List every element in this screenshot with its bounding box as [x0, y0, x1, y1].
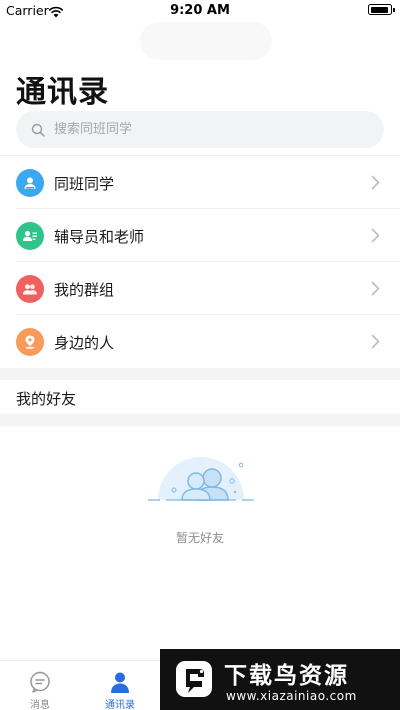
list-item-groups[interactable]: 我的群组: [0, 262, 400, 315]
chevron-right-icon: [371, 281, 380, 300]
list-item-label: 辅导员和老师: [54, 228, 145, 246]
list-item-label: 我的群组: [54, 281, 115, 299]
watermark-text: 下载鸟资源: [224, 663, 349, 689]
chevron-right-icon: [371, 228, 380, 247]
status-bar: Carrier 9:20 AM: [0, 0, 400, 20]
chevron-right-icon: [371, 175, 380, 194]
status-time: 9:20 AM: [170, 3, 230, 18]
battery-icon: [368, 4, 395, 15]
list-item-label: 身边的人: [54, 334, 115, 352]
contacts-icon: [111, 672, 129, 693]
search-bar[interactable]: [16, 111, 384, 148]
page-title: 通讯录: [16, 75, 109, 110]
list-item-classmates[interactable]: 同班同学: [0, 156, 400, 209]
list-item-nearby[interactable]: 身边的人: [0, 315, 400, 368]
group-icon: [16, 275, 44, 303]
watermark-url: www.xiazainiao.com: [226, 689, 357, 703]
tab-label: 通讯录: [105, 700, 135, 710]
bird-logo-icon: [172, 657, 216, 701]
tab-label: 消息: [30, 700, 50, 710]
contacts-list: 同班同学 辅导员和老师 我的群组 身边的人: [0, 156, 400, 368]
friends-section-title: 我的好友: [16, 390, 77, 408]
chevron-right-icon: [371, 334, 380, 353]
tab-messages[interactable]: 消息: [0, 661, 80, 710]
watermark-banner: 下载鸟资源 www.xiazainiao.com: [160, 649, 400, 710]
list-item-teachers[interactable]: 辅导员和老师: [0, 209, 400, 262]
section-separator: [0, 414, 400, 426]
nearby-icon: [16, 328, 44, 356]
empty-friends-text: 暂无好友: [175, 531, 224, 545]
tab-contacts[interactable]: 通讯录: [80, 661, 160, 710]
search-icon: [31, 122, 45, 141]
classmates-icon: [16, 169, 44, 197]
list-item-label: 同班同学: [54, 175, 115, 193]
empty-friends-illustration: [146, 448, 256, 512]
teacher-icon: [16, 222, 44, 250]
section-separator: [0, 368, 400, 380]
decorative-blob: [140, 22, 272, 60]
message-icon: [30, 671, 50, 693]
search-input[interactable]: [54, 111, 354, 148]
